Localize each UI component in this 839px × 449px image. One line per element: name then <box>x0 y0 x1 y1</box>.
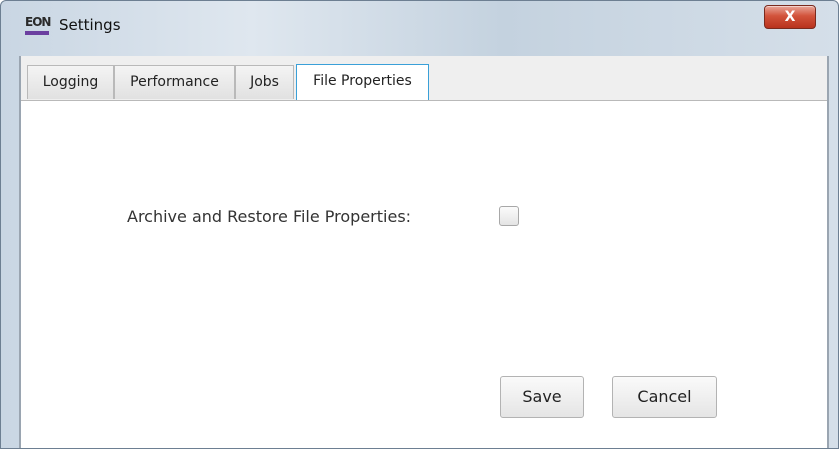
settings-window: EON Settings X Logging Performance Jobs … <box>0 0 839 449</box>
tab-label: Performance <box>130 74 219 90</box>
window-title: Settings <box>59 16 121 34</box>
tab-label: Jobs <box>250 74 279 90</box>
cancel-button-label: Cancel <box>637 387 692 406</box>
file-properties-panel: Archive and Restore File Properties: Sav… <box>21 101 827 448</box>
save-button-label: Save <box>522 387 562 406</box>
logo-text: EON <box>25 15 51 29</box>
tab-label: File Properties <box>313 73 412 89</box>
archive-restore-label: Archive and Restore File Properties: <box>127 207 412 226</box>
tab-performance[interactable]: Performance <box>114 65 235 99</box>
cancel-button[interactable]: Cancel <box>612 376 717 418</box>
tab-strip: Logging Performance Jobs File Properties <box>21 56 827 101</box>
tab-logging[interactable]: Logging <box>27 65 114 99</box>
tab-file-properties[interactable]: File Properties <box>296 64 429 100</box>
eon-logo-icon: EON <box>25 15 51 37</box>
client-area: Logging Performance Jobs File Properties… <box>19 56 829 448</box>
close-button[interactable]: X <box>764 5 816 29</box>
logo-underline <box>25 31 49 35</box>
close-icon: X <box>784 9 796 25</box>
save-button[interactable]: Save <box>500 376 584 418</box>
tab-jobs[interactable]: Jobs <box>235 65 294 99</box>
title-bar[interactable]: EON Settings X <box>1 1 838 55</box>
tab-label: Logging <box>42 74 99 90</box>
archive-restore-checkbox[interactable] <box>499 206 519 226</box>
